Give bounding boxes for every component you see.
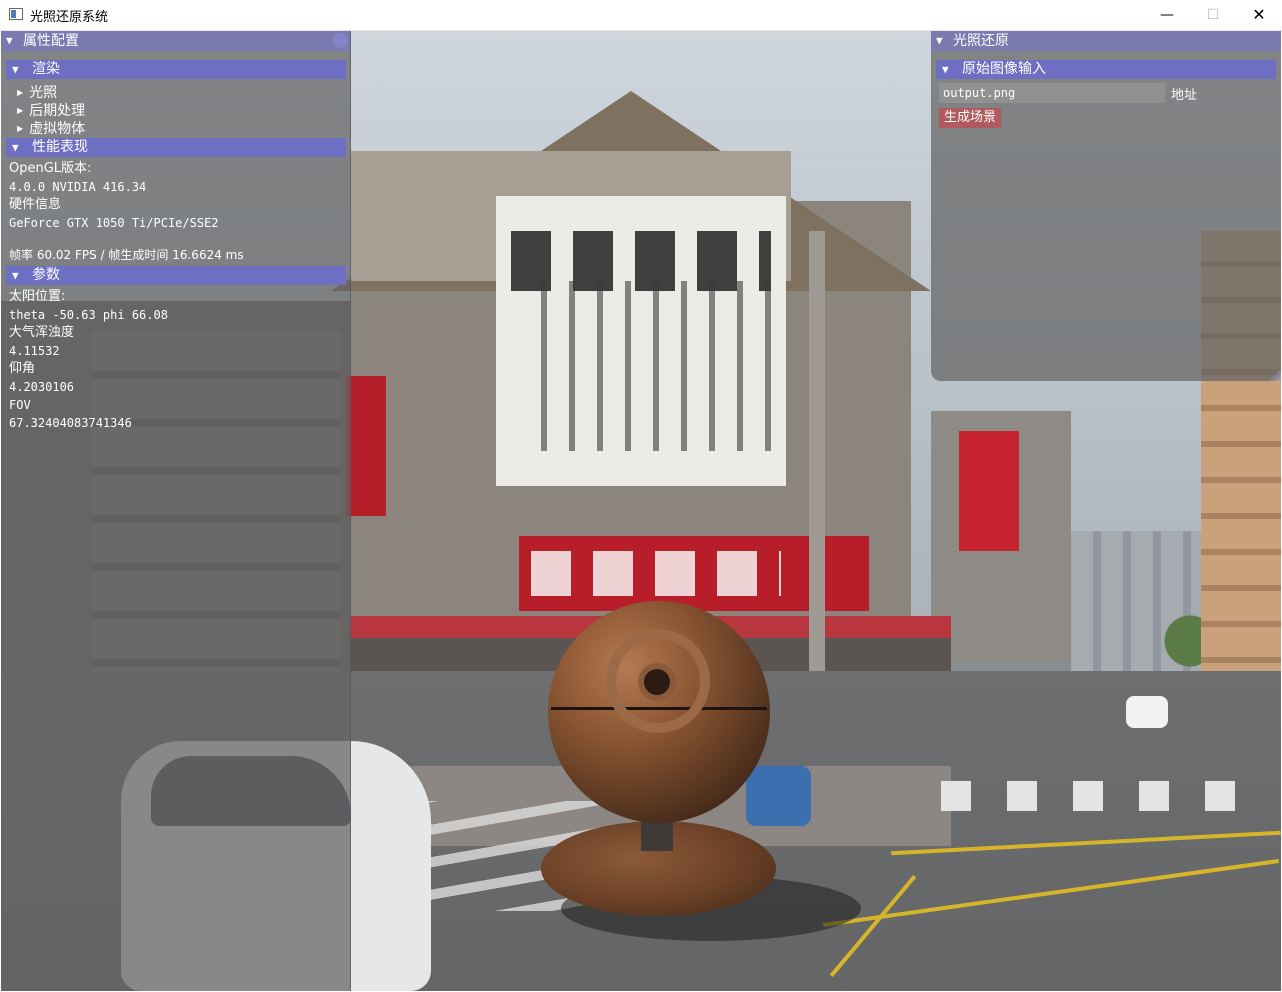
collapse-arrow-icon[interactable]: ▼: [936, 31, 943, 51]
panel-title: 属性配置: [23, 33, 79, 49]
panel-title: 光照还原: [953, 33, 1009, 49]
tree-node-lighting[interactable]: ▶ 光照: [17, 82, 57, 102]
red-sign-left: [346, 376, 386, 516]
header-render[interactable]: ▼ 渲染: [6, 60, 346, 79]
app-icon: [9, 8, 23, 20]
collapse-arrow-icon[interactable]: ▼: [6, 31, 13, 51]
tree-node-virtual-object[interactable]: ▶ 虚拟物体: [17, 118, 85, 138]
sphere-ring-inner: [638, 663, 676, 701]
sun-position-label: 太阳位置:: [9, 289, 66, 304]
car-blue: [746, 766, 811, 826]
window-title: 光照还原系统: [30, 10, 109, 25]
turbidity-value: 4.11532: [9, 344, 60, 358]
collapse-arrow-icon: ▼: [12, 141, 19, 154]
header-parameters[interactable]: ▼ 参数: [6, 266, 346, 285]
maximize-button[interactable]: ☐: [1190, 0, 1236, 30]
resize-grip-icon[interactable]: [1269, 369, 1281, 381]
tree-node-label: 后期处理: [29, 103, 86, 119]
panel-close-icon[interactable]: [333, 33, 348, 48]
car-distant: [1126, 696, 1168, 728]
expand-arrow-icon: ▶: [17, 106, 24, 115]
turbidity-label: 大气浑浊度: [9, 325, 75, 340]
fov-value: 67.32404083741346: [9, 416, 132, 430]
window-title-bar[interactable]: 光照还原系统 — ☐ ✕: [0, 0, 1282, 31]
tree-node-label: 虚拟物体: [29, 121, 86, 137]
header-label: 原始图像输入: [962, 61, 1046, 77]
fov-label: FOV: [9, 398, 31, 412]
minimize-button[interactable]: —: [1144, 0, 1190, 30]
header-label: 参数: [32, 267, 60, 283]
elevation-label: 仰角: [9, 361, 36, 376]
crosswalk-right: [941, 781, 1241, 811]
image-path-label: 地址: [1171, 88, 1198, 103]
image-path-input[interactable]: output.png: [939, 83, 1165, 103]
hardware-info-value: GeForce GTX 1050 Ti/PCIe/SSE2: [9, 216, 219, 230]
collapse-arrow-icon: ▼: [942, 63, 949, 76]
expand-arrow-icon: ▶: [17, 124, 24, 133]
header-label: 性能表现: [32, 139, 88, 155]
red-shop-sign-lettering: [531, 551, 781, 596]
red-sign-right: [959, 431, 1019, 551]
header-performance[interactable]: ▼ 性能表现: [6, 138, 346, 157]
expand-arrow-icon: ▶: [17, 88, 24, 97]
tree-node-label: 光照: [29, 85, 58, 101]
generate-scene-button[interactable]: 生成场景: [939, 108, 1002, 128]
panel-title-bar[interactable]: ▼ 光照还原: [931, 31, 1281, 51]
header-source-image[interactable]: ▼ 原始图像输入: [936, 60, 1276, 79]
opengl-version-label: OpenGL版本:: [9, 161, 92, 176]
tree-node-post-processing[interactable]: ▶ 后期处理: [17, 100, 85, 120]
light-recovery-panel[interactable]: ▼ 光照还原 ▼ 原始图像输入 output.png 地址 生成场景: [931, 31, 1281, 381]
collapse-arrow-icon: ▼: [12, 63, 19, 76]
property-config-panel[interactable]: ▼ 属性配置 ▼ 渲染 ▶ 光照 ▶ 后期处理 ▶ 虚拟物体 ▼ 性能表现 OpenG…: [1, 31, 351, 991]
billboard-text-columns: [541, 281, 771, 451]
opengl-version-value: 4.0.0 NVIDIA 416.34: [9, 180, 147, 194]
collapse-arrow-icon: ▼: [12, 269, 19, 282]
sun-position-value: theta -50.63 phi 66.08: [9, 308, 168, 322]
panel-title-bar[interactable]: ▼ 属性配置: [1, 31, 350, 51]
elevation-value: 4.2030106: [9, 380, 75, 394]
fps-readout: 帧率 60.02 FPS / 帧生成时间 16.6624 ms: [9, 248, 244, 262]
hardware-info-label: 硬件信息: [9, 197, 62, 212]
close-button[interactable]: ✕: [1236, 0, 1282, 30]
header-label: 渲染: [32, 61, 60, 77]
